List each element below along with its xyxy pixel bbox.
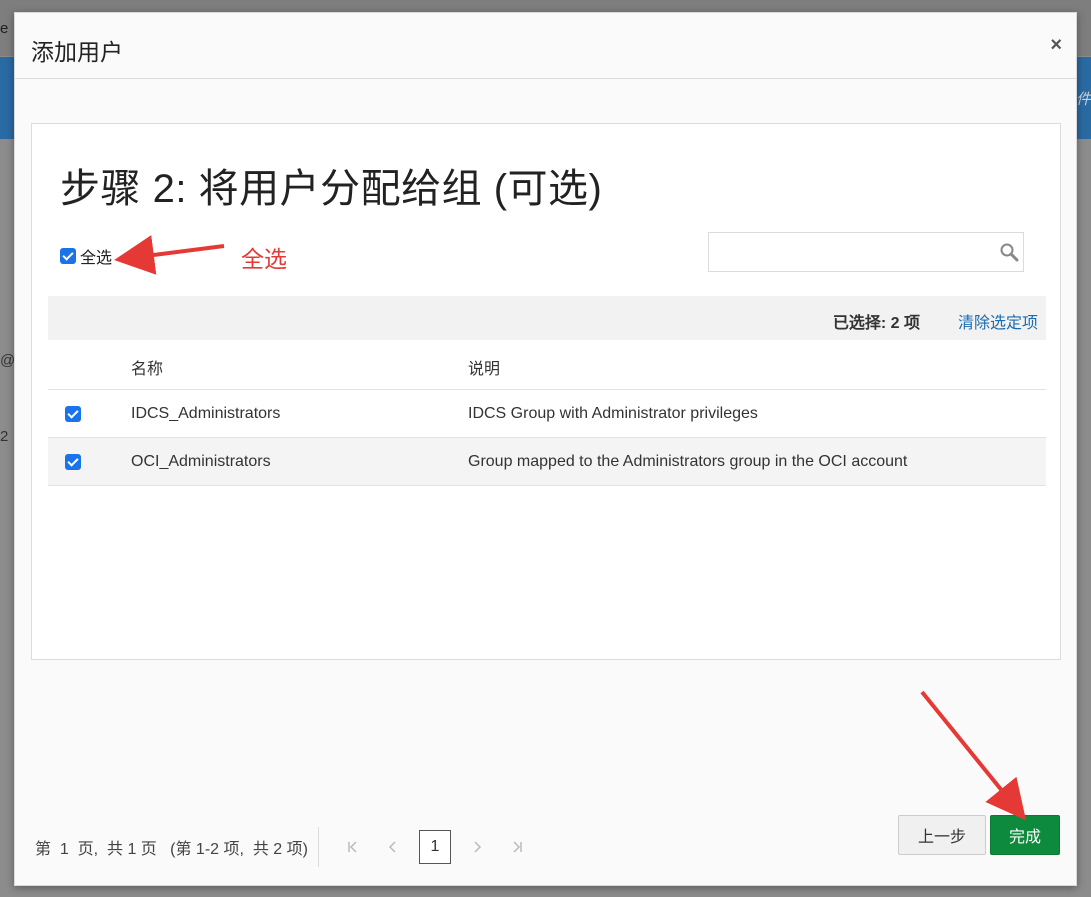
prev-page-icon[interactable] [379, 840, 407, 854]
table-header-row: 名称 说明 [48, 340, 1046, 390]
select-all-label: 全选 [80, 250, 113, 267]
close-icon[interactable]: × [1050, 35, 1062, 55]
table-row[interactable]: OCI_Administrators Group mapped to the A… [48, 438, 1046, 486]
column-header-name[interactable]: 名称 [131, 355, 163, 379]
annotation-select-all-label: 全选 [241, 246, 287, 272]
current-page-number[interactable]: 1 [418, 830, 451, 864]
group-name: IDCS_Administrators [131, 405, 281, 422]
previous-step-button[interactable]: 上一步 [898, 815, 986, 855]
search-field[interactable] [709, 233, 989, 271]
groups-table: 名称 说明 IDCS_Administrators IDCS Group wit… [48, 340, 1046, 486]
clear-selection-link[interactable]: 清除选定项 [958, 309, 1038, 333]
background-right-text: 件 [1075, 91, 1091, 108]
dialog-title: 添加用户 [31, 39, 123, 65]
last-page-icon[interactable] [503, 840, 531, 854]
pager-status-text: 第 1 页, 共 1 页 (第 1-2 项, 共 2 项) [35, 841, 308, 858]
finish-button[interactable]: 完成 [990, 815, 1060, 855]
add-user-dialog: 添加用户 × 步骤 2: 将用户分配给组 (可选) 全选 已选择: 2 项 清除… [14, 12, 1077, 886]
group-description: Group mapped to the Administrators group… [468, 453, 908, 470]
column-header-description[interactable]: 说明 [468, 355, 500, 379]
selected-count: 已选择: 2 项 [832, 315, 920, 332]
select-all-checkbox[interactable]: 全选 [60, 244, 112, 268]
next-page-icon[interactable] [463, 840, 491, 854]
background-left-mark: 2 [0, 428, 9, 445]
dialog-header: 添加用户 × [15, 13, 1076, 79]
search-input[interactable] [708, 232, 1024, 272]
group-name: OCI_Administrators [131, 453, 271, 470]
table-row[interactable]: IDCS_Administrators IDCS Group with Admi… [48, 390, 1046, 438]
row-checkbox[interactable] [65, 454, 81, 470]
first-page-icon[interactable] [339, 840, 367, 854]
step-panel: 步骤 2: 将用户分配给组 (可选) 全选 已选择: 2 项 清除选定项 名称 … [31, 123, 1061, 660]
search-icon[interactable] [999, 242, 1019, 262]
row-checkbox[interactable] [65, 406, 81, 422]
selection-summary-bar: 已选择: 2 项 清除选定项 [48, 296, 1046, 340]
background-top-text: e [0, 20, 9, 37]
pagination: 第 1 页, 共 1 页 (第 1-2 项, 共 2 项) 1 [35, 827, 537, 867]
step-title: 步骤 2: 将用户分配给组 (可选) [60, 167, 603, 211]
select-all-check[interactable] [60, 248, 76, 264]
pager-divider [317, 827, 319, 867]
group-description: IDCS Group with Administrator privileges [468, 405, 758, 422]
